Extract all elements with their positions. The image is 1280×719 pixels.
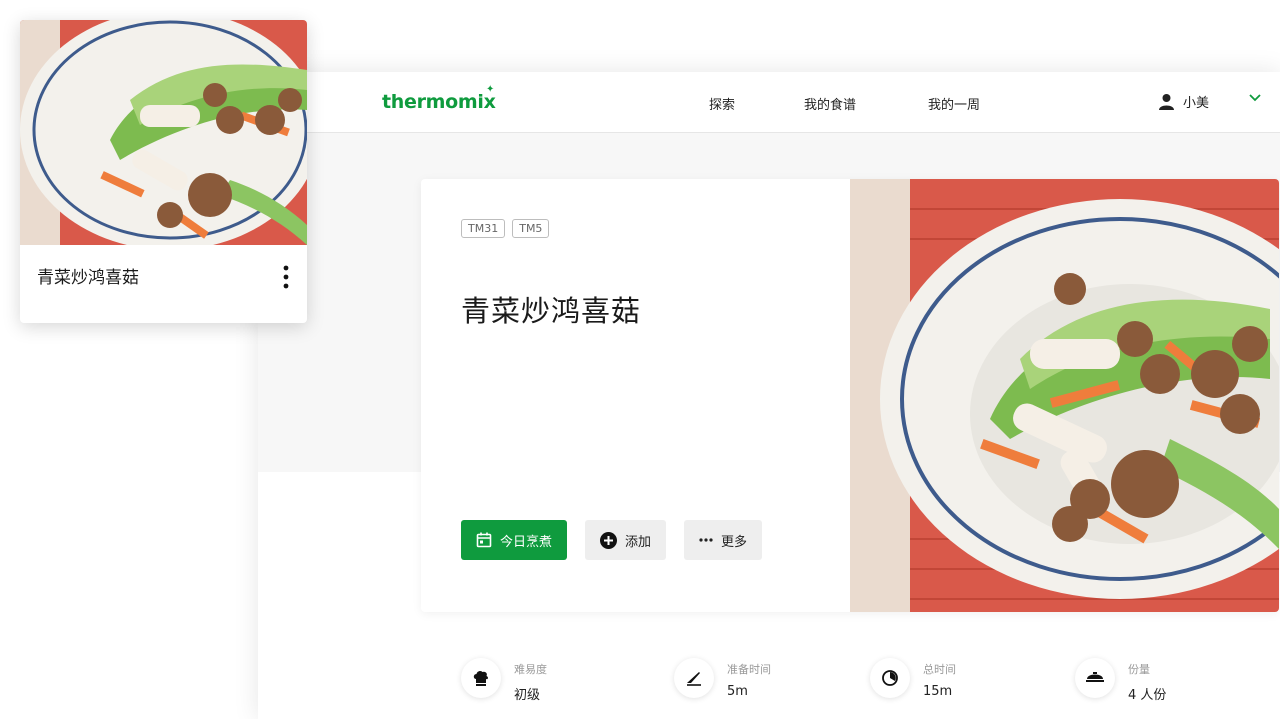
total-time-label: 总时间 <box>923 663 956 676</box>
user-name: 小美 <box>1183 96 1210 111</box>
plus-circle-icon <box>600 531 617 549</box>
chevron-down-icon[interactable] <box>1248 90 1262 104</box>
more-dots-icon <box>699 538 713 542</box>
prep-time-value: 5m <box>727 684 748 699</box>
kebab-menu-icon[interactable] <box>278 264 294 290</box>
user-icon <box>1159 94 1174 110</box>
recipe-photo <box>850 179 1279 612</box>
meta-total-time: 总时间 15m <box>870 658 956 699</box>
user-menu[interactable]: 小美 <box>1158 92 1209 111</box>
servings-value: 4 人份 <box>1128 688 1167 703</box>
floating-card-title: 青菜炒鸿喜菇 <box>37 268 139 288</box>
nav-item-my-recipes[interactable]: 我的食谱 <box>804 94 856 113</box>
meta-servings: 份量 4 人份 <box>1075 658 1166 703</box>
recipe-actions: 今日烹煮 添加 更多 <box>461 520 763 560</box>
logo-text: thermomix <box>382 91 496 113</box>
device-tags: TM31 TM5 <box>461 219 550 238</box>
prep-time-label: 准备时间 <box>727 663 771 676</box>
tag-tm5: TM5 <box>512 219 550 238</box>
floating-recipe-card[interactable]: 青菜炒鸿喜菇 <box>20 20 307 323</box>
logo-star-icon: ✦ <box>486 84 495 95</box>
add-label: 添加 <box>625 534 652 550</box>
total-time-value: 15m <box>923 684 953 699</box>
difficulty-label: 难易度 <box>514 663 547 676</box>
tag-tm31: TM31 <box>461 219 506 238</box>
chef-hat-icon <box>461 658 501 698</box>
knife-icon <box>674 658 714 698</box>
servings-icon <box>1075 658 1115 698</box>
recipe-hero-card: TM31 TM5 青菜炒鸿喜菇 今日烹煮 添加 更多 <box>421 179 1279 612</box>
timer-icon <box>870 658 910 698</box>
thermomix-logo[interactable]: thermomix ✦ <box>382 84 496 113</box>
top-navbar: thermomix ✦ 探索 我的食谱 我的一周 小美 <box>258 72 1280 133</box>
nav-item-explore[interactable]: 探索 <box>709 94 735 113</box>
servings-label: 份量 <box>1128 663 1150 676</box>
floating-recipe-photo <box>20 20 307 245</box>
add-button[interactable]: 添加 <box>585 520 667 560</box>
calendar-icon <box>476 532 492 548</box>
more-label: 更多 <box>721 534 748 550</box>
meta-difficulty: 难易度 初级 <box>461 658 547 703</box>
recipe-title: 青菜炒鸿喜菇 <box>461 294 642 329</box>
more-button[interactable]: 更多 <box>684 520 763 560</box>
cook-today-label: 今日烹煮 <box>499 534 552 550</box>
nav-item-my-week[interactable]: 我的一周 <box>928 94 980 113</box>
meta-prep-time: 准备时间 5m <box>674 658 771 699</box>
difficulty-value: 初级 <box>514 688 541 703</box>
cook-today-button[interactable]: 今日烹煮 <box>461 520 567 560</box>
